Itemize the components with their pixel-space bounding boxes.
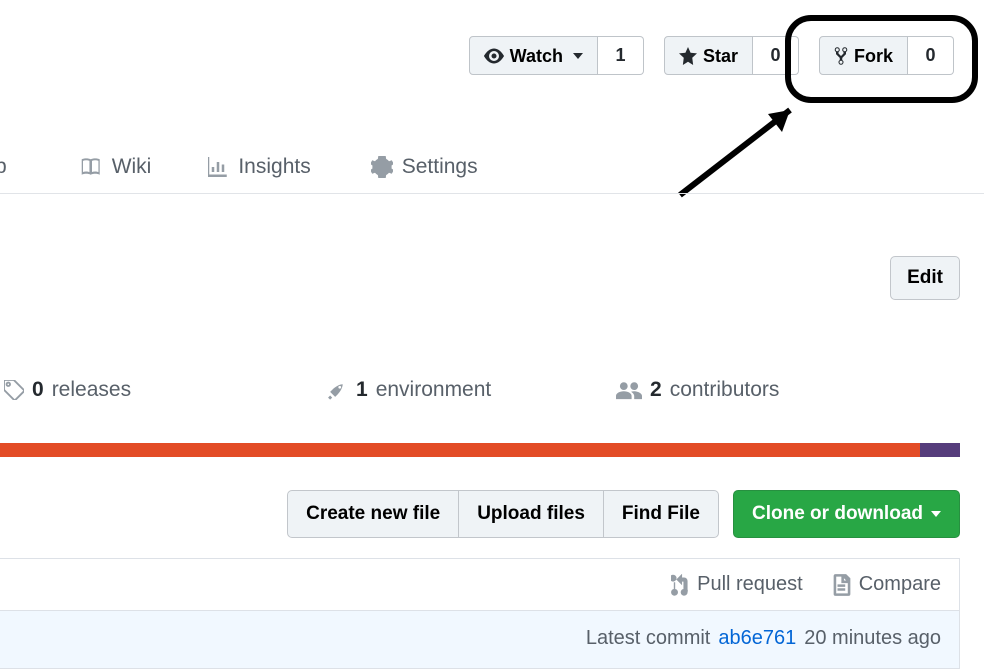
- book-icon: [81, 158, 103, 176]
- compare-link[interactable]: Compare: [833, 573, 941, 596]
- commit-time: 20 minutes ago: [804, 627, 941, 650]
- releases-label: releases: [52, 378, 131, 402]
- compare-label: Compare: [859, 573, 941, 596]
- releases-count: 0: [32, 378, 44, 402]
- repo-tab-nav: b Wiki Insights Settings: [0, 155, 984, 194]
- contributors-count: 2: [650, 378, 662, 402]
- stat-contributors[interactable]: 2 contributors: [616, 378, 779, 402]
- commit-sha-link[interactable]: ab6e761: [718, 627, 796, 650]
- star-button[interactable]: Star: [664, 36, 753, 75]
- stat-environment[interactable]: 1 environment: [326, 378, 491, 402]
- star-icon: [679, 47, 697, 65]
- pull-request-icon: [671, 574, 689, 596]
- edit-button[interactable]: Edit: [890, 256, 960, 300]
- people-icon: [616, 380, 642, 400]
- diff-icon: [833, 574, 851, 596]
- contributors-label: contributors: [670, 378, 780, 402]
- eye-icon: [484, 48, 504, 64]
- star-label: Star: [703, 47, 738, 65]
- pull-request-link[interactable]: Pull request: [671, 573, 803, 596]
- create-new-file-button[interactable]: Create new file: [287, 490, 459, 538]
- find-file-button[interactable]: Find File: [604, 490, 719, 538]
- tab-partial-label: b: [0, 155, 7, 179]
- tab-wiki-label: Wiki: [112, 155, 152, 179]
- caret-down-icon: [931, 511, 941, 517]
- fork-count[interactable]: 0: [908, 36, 954, 75]
- upload-files-button[interactable]: Upload files: [459, 490, 604, 538]
- environment-label: environment: [376, 378, 492, 402]
- fork-icon: [834, 46, 848, 66]
- tab-insights-label: Insights: [238, 155, 310, 179]
- stat-releases[interactable]: 0 releases: [4, 378, 131, 402]
- watch-count[interactable]: 1: [598, 36, 644, 75]
- watch-button-group: Watch 1: [469, 36, 644, 75]
- star-button-group: Star 0: [664, 36, 799, 75]
- pull-request-label: Pull request: [697, 573, 803, 596]
- tab-settings-label: Settings: [402, 155, 478, 179]
- language-segment-primary: [0, 443, 920, 457]
- graph-icon: [207, 157, 229, 177]
- tab-insights[interactable]: Insights: [207, 155, 310, 179]
- gear-icon: [371, 156, 393, 178]
- watch-button[interactable]: Watch: [469, 36, 598, 75]
- caret-down-icon: [573, 53, 583, 59]
- language-segment-secondary: [920, 443, 960, 457]
- fork-button[interactable]: Fork: [819, 36, 908, 75]
- language-bar[interactable]: [0, 443, 960, 457]
- tab-wiki[interactable]: Wiki: [81, 155, 152, 179]
- fork-label: Fork: [854, 47, 893, 65]
- tab-settings[interactable]: Settings: [371, 155, 478, 179]
- file-action-group: Create new file Upload files Find File: [287, 490, 719, 538]
- rocket-icon: [326, 379, 348, 401]
- star-count[interactable]: 0: [753, 36, 799, 75]
- tab-partial[interactable]: b: [0, 155, 7, 179]
- fork-button-group: Fork 0: [819, 36, 954, 75]
- clone-label: Clone or download: [752, 503, 923, 525]
- latest-commit-text: Latest commit: [586, 627, 710, 650]
- watch-label: Watch: [510, 47, 563, 65]
- commit-bar: Pull request Compare Latest commit ab6e7…: [0, 558, 960, 669]
- clone-download-button[interactable]: Clone or download: [733, 490, 960, 538]
- environment-count: 1: [356, 378, 368, 402]
- tag-icon: [4, 380, 24, 400]
